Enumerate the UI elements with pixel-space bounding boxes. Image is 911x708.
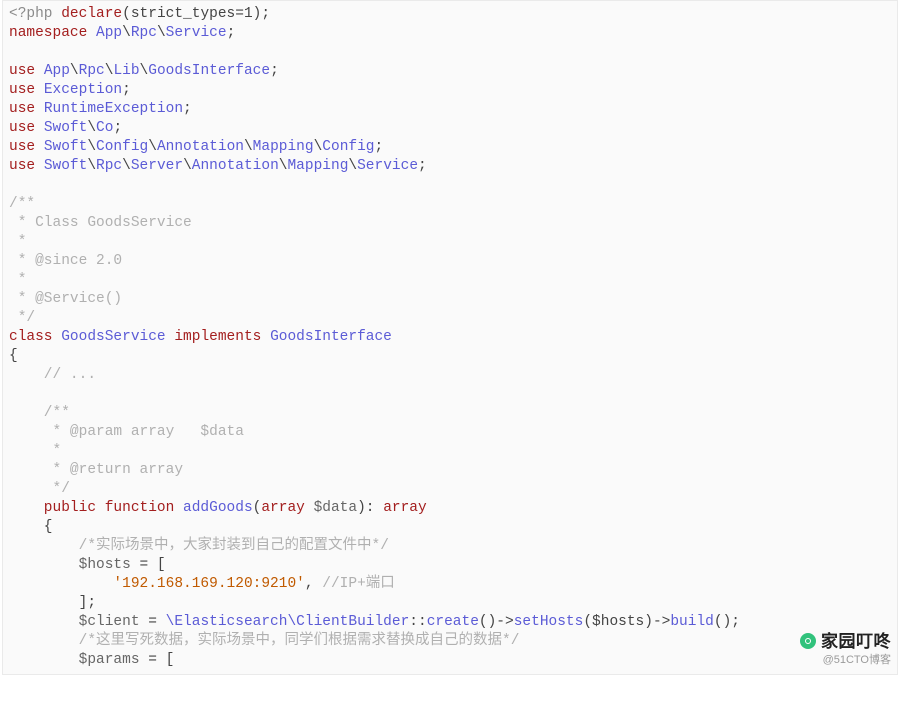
brace-open: { [9,348,18,364]
docblock-service: * @Service() [9,291,122,307]
comment-config-file: /*实际场景中，大家封装到自己的配置文件中*/ [9,538,389,554]
docblock-since: * @since 2.0 [9,253,122,269]
var-client: $client [9,614,148,630]
param-data: $data [314,500,358,516]
array-close: ]; [9,595,96,611]
kw-namespace: namespace [9,25,96,41]
method-doc-param: * @param array $data [9,424,244,440]
var-params: $params [9,652,148,668]
class-name: GoodsService [61,329,174,345]
php-open-tag: <?php [9,6,61,22]
use-runtimeexception: RuntimeException [44,101,183,117]
ns-service: Service [166,25,227,41]
ellipsis-comment: // ... [9,367,96,383]
code-block: <?php declare(strict_types=1); namespace… [9,5,891,670]
code-frame: <?php declare(strict_types=1); namespace… [2,0,898,675]
fn-create: create [427,614,479,630]
kw-declare: declare [61,6,122,22]
fn-build: build [670,614,714,630]
ns-rpc: Rpc [131,25,157,41]
comment-hardcoded: /*这里写死数据，实际场景中，同学们根据需求替换成自己的数据*/ [9,633,519,649]
type-array: array [261,500,313,516]
use-exception: Exception [44,82,122,98]
docblock-open: /** [9,196,35,212]
use-co: Co [96,120,113,136]
method-doc-close: */ [9,481,70,497]
use-goodsinterface: GoodsInterface [148,63,270,79]
use-config: Config [322,139,374,155]
ns-app: App [96,25,122,41]
fn-addgoods: addGoods [183,500,253,516]
interface-name: GoodsInterface [270,329,392,345]
kw-public-function: public function [9,500,183,516]
host-string: '192.168.169.120:9210' [9,576,305,592]
kw-implements: implements [174,329,270,345]
method-doc-return: * @return array [9,462,183,478]
declare-args: (strict_types=1); [122,6,270,22]
method-doc-open: /** [9,405,70,421]
kw-use: use [9,63,44,79]
use-service: Service [357,158,418,174]
docblock-class: * Class GoodsService [9,215,192,231]
fn-sethosts: setHosts [514,614,584,630]
clientbuilder: \Elasticsearch\ClientBuilder [166,614,410,630]
kw-class: class [9,329,61,345]
var-hosts: $hosts [9,557,140,573]
method-brace-open: { [9,519,53,535]
docblock-close: */ [9,310,35,326]
return-array: array [383,500,427,516]
comment-ip-port: //IP+端口 [322,576,395,592]
